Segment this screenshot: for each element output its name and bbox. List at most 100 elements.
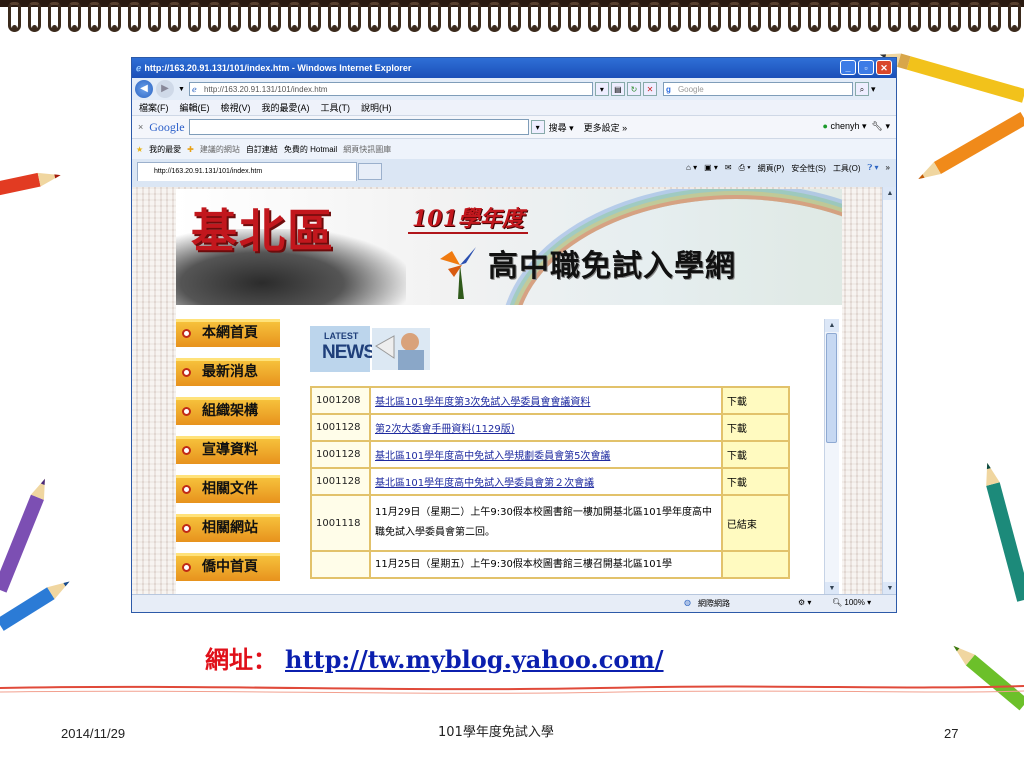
news-title-cell: 基北區101學年度高中免試入學規劃委員會第5次會議 — [368, 440, 723, 469]
wrench-icon[interactable]: 🔧︎ — [872, 121, 883, 131]
nav-label: 相關網站 — [202, 520, 258, 536]
menu-file[interactable]: 檔案(F) — [139, 101, 169, 114]
latest-label: LATEST — [324, 331, 359, 341]
frame-scrollbar[interactable]: ▲ ▼ — [824, 319, 839, 595]
forward-button[interactable]: ▶ — [156, 80, 174, 98]
close-button[interactable]: ✕ — [876, 60, 892, 75]
window-title: http://163.20.91.131/101/index.htm - Win… — [144, 63, 412, 73]
zoom-control[interactable]: 🔍︎ 100% ▾ — [832, 598, 871, 607]
download-link[interactable]: 下載 — [720, 386, 791, 415]
status-zone: 網際網路 — [698, 599, 730, 608]
signed-in-dot-icon: ● — [822, 121, 828, 131]
fav-custom[interactable]: 自訂連結 — [246, 144, 278, 155]
add-favorite-icon[interactable]: ✚ — [187, 145, 194, 154]
stop-icon[interactable]: ✕ — [642, 82, 657, 96]
download-link[interactable]: 下載 — [720, 413, 791, 442]
address-input[interactable]: ℯ http://163.20.91.131/101/index.htm — [188, 82, 593, 96]
binding-ring-icon — [688, 2, 701, 32]
search-options-icon[interactable]: ▾ — [871, 84, 876, 95]
google-user-menu[interactable]: ● chenyh ▾ 🔧︎ ▾ — [823, 121, 890, 132]
google-search-input[interactable] — [188, 119, 529, 135]
feeds-icon[interactable]: ▣ ▾ — [704, 163, 718, 174]
nav-publicity[interactable]: 宣導資料 — [176, 436, 280, 464]
download-link[interactable]: 下載 — [720, 440, 791, 469]
window-scrollbar[interactable]: ▲ ▼ — [882, 187, 896, 595]
news-row: 1001208 基北區101學年度第3次免試入學委員會會議資料 下載 — [310, 386, 791, 415]
refresh-icon[interactable]: ↻ — [626, 82, 641, 96]
new-tab-button[interactable] — [358, 163, 382, 180]
binding-ring-icon — [268, 2, 281, 32]
news-title-cell: 11月25日（星期五）上午9:30假本校圖書館三樓召開基北區101學 — [368, 550, 723, 579]
menu-edit[interactable]: 編輯(E) — [180, 101, 210, 114]
spiral-binding — [0, 0, 1024, 40]
back-button[interactable]: ◀ — [135, 80, 153, 98]
cmd-tools[interactable]: 工具(O) — [833, 163, 861, 174]
binding-ring-icon — [808, 2, 821, 32]
binding-ring-icon — [208, 2, 221, 32]
web-page: 基北區 101學年度 高中職免試入學網 本網首頁 最新消息 組織架構 宣導資料 … — [176, 189, 842, 595]
news-date: 1001128 — [310, 467, 371, 496]
cmd-safety[interactable]: 安全性(S) — [791, 163, 826, 174]
news-title-link[interactable]: 第2次大委會手冊資料(1129版) — [375, 424, 515, 435]
fav-gallery[interactable]: 網頁快訊圖庫 — [343, 144, 391, 155]
nav-label: 相關文件 — [202, 481, 258, 497]
news-row: 1001128 第2次大委會手冊資料(1129版) 下載 — [310, 413, 791, 442]
close-toolbar-icon[interactable]: × — [138, 122, 143, 132]
menu-favorites[interactable]: 我的最愛(A) — [262, 101, 310, 114]
fav-hotmail[interactable]: 免費的 Hotmail — [284, 144, 337, 155]
scroll-up-icon[interactable]: ▲ — [825, 319, 839, 332]
google-dropdown-icon[interactable]: ▾ — [530, 120, 545, 134]
url-link[interactable]: http://tw.myblog.yahoo.com/ — [285, 645, 664, 674]
yellow-pencil-icon — [879, 53, 1024, 103]
history-dropdown-icon[interactable]: ▼ — [178, 86, 185, 93]
nav-home[interactable]: 本網首頁 — [176, 319, 280, 347]
download-link[interactable]: 下載 — [720, 467, 791, 496]
nav-organization[interactable]: 組織架構 — [176, 397, 280, 425]
news-date: 1001128 — [310, 413, 371, 442]
news-title-link[interactable]: 基北區101學年度第3次免試入學委員會會議資料 — [375, 397, 590, 408]
window-titlebar: ℯ http://163.20.91.131/101/index.htm - W… — [132, 58, 896, 78]
binding-ring-icon — [248, 2, 261, 32]
nav-related-sites[interactable]: 相關網站 — [176, 514, 280, 542]
help-icon[interactable]: ❓︎ ▾ — [868, 163, 879, 174]
binding-ring-icon — [148, 2, 161, 32]
search-button-icon[interactable]: ⌕ — [854, 82, 869, 96]
maximize-button[interactable]: ▫ — [858, 60, 874, 75]
binding-ring-icon — [1008, 2, 1021, 32]
chevron-more-icon[interactable]: » — [886, 163, 890, 174]
news-title-cell: 基北區101學年度第3次免試入學委員會會議資料 — [368, 386, 723, 415]
google-more-settings[interactable]: 更多設定 » — [584, 121, 628, 134]
search-input[interactable]: g Google — [662, 82, 853, 96]
menu-tools[interactable]: 工具(T) — [321, 101, 351, 114]
scroll-up-icon[interactable]: ▲ — [883, 187, 896, 200]
news-title-link[interactable]: 基北區101學年度高中免試入學委員會第２次會議 — [375, 478, 594, 489]
google-search-button[interactable]: 搜尋 ▾ — [549, 121, 574, 134]
menu-help[interactable]: 說明(H) — [361, 101, 392, 114]
binding-ring-icon — [28, 2, 41, 32]
compat-icon[interactable]: ▤ — [610, 82, 625, 96]
print-icon[interactable]: ⎙ ▾ — [739, 163, 751, 174]
site-nav: 本網首頁 最新消息 組織架構 宣導資料 相關文件 相關網站 僑中首頁 — [176, 319, 280, 592]
home-icon[interactable]: ⌂ ▾ — [686, 163, 697, 174]
binding-ring-icon — [748, 2, 761, 32]
nav-school-home[interactable]: 僑中首頁 — [176, 553, 280, 581]
security-icon[interactable]: ⚙ ▾ — [798, 598, 811, 607]
tab-row: http://163.20.91.131/101/index.htm ⌂ ▾ ▣… — [132, 159, 896, 181]
url-line: 網址： http://tw.myblog.yahoo.com/ — [205, 640, 664, 675]
mail-icon[interactable]: ✉ — [725, 163, 732, 174]
binding-ring-icon — [768, 2, 781, 32]
scroll-thumb[interactable] — [826, 333, 837, 443]
minimize-button[interactable]: _ — [840, 60, 856, 75]
fav-suggested[interactable]: 建議的網站 — [200, 144, 240, 155]
address-dropdown-icon[interactable]: ▾ — [594, 82, 609, 96]
browser-tab[interactable]: http://163.20.91.131/101/index.htm — [137, 162, 357, 181]
menu-view[interactable]: 檢視(V) — [221, 101, 251, 114]
nav-latest-news[interactable]: 最新消息 — [176, 358, 280, 386]
favorites-button[interactable]: 我的最愛 — [149, 144, 181, 155]
binding-ring-icon — [528, 2, 541, 32]
binding-ring-icon — [568, 2, 581, 32]
nav-documents[interactable]: 相關文件 — [176, 475, 280, 503]
cmd-page[interactable]: 網頁(P) — [758, 163, 785, 174]
news-title-link[interactable]: 基北區101學年度高中免試入學規劃委員會第5次會議 — [375, 451, 610, 462]
command-bar: ⌂ ▾ ▣ ▾ ✉ ⎙ ▾ 網頁(P) 安全性(S) 工具(O) ❓︎ ▾ » — [686, 163, 890, 174]
